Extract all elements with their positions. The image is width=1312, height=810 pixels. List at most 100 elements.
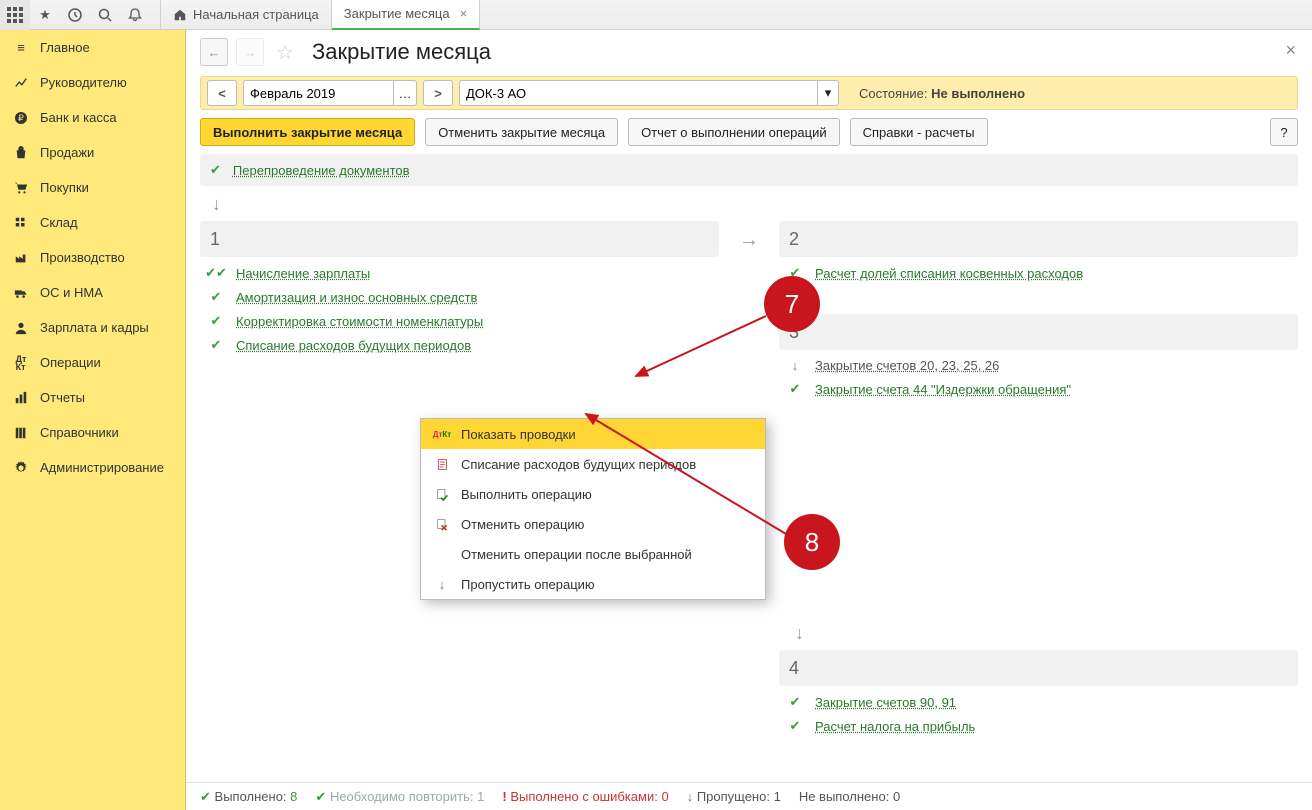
ctx-label: Отменить операции после выбранной — [461, 547, 692, 562]
sidebar-item[interactable]: Администрирование — [0, 450, 185, 485]
operation-link[interactable]: Закрытие счетов 20, 23, 25, 26 — [815, 358, 999, 373]
run-button[interactable]: Выполнить закрытие месяца — [200, 118, 415, 146]
sidebar-item[interactable]: ₽Банк и касса — [0, 100, 185, 135]
arrow-down-icon: ↓ — [212, 194, 1312, 215]
repost-link[interactable]: Перепроведение документов — [233, 163, 410, 178]
factory-icon — [12, 251, 30, 265]
ctx-show-entries[interactable]: ДтКтПоказать проводки — [421, 419, 765, 449]
next-period-button[interactable]: > — [423, 80, 453, 106]
sidebar-item[interactable]: Зарплата и кадры — [0, 310, 185, 345]
check-icon: ✔ — [208, 313, 224, 329]
sidebar-item[interactable]: ОС и НМА — [0, 275, 185, 310]
operation-row[interactable]: ✔Закрытие счета 44 "Издержки обращения" — [779, 373, 1298, 397]
sidebar-item[interactable]: Отчеты — [0, 380, 185, 415]
operation-row[interactable]: ✔✔ Начисление зарплаты — [200, 257, 719, 281]
status-value: 0 — [893, 789, 900, 804]
operation-row[interactable]: ✔ Корректировка стоимости номенклатуры — [200, 305, 719, 329]
help-button[interactable]: ? — [1270, 118, 1298, 146]
sidebar-item[interactable]: Производство — [0, 240, 185, 275]
operation-link[interactable]: Расчет налога на прибыль — [815, 719, 975, 734]
operation-row[interactable]: ↓ Закрытие счетов 20, 23, 25, 26 — [779, 350, 1298, 373]
prev-period-button[interactable]: < — [207, 80, 237, 106]
status-value: 8 — [290, 789, 297, 804]
bell-icon[interactable] — [120, 0, 150, 30]
section-3-header: 3 — [779, 314, 1298, 350]
close-page-button[interactable]: × — [1285, 40, 1296, 61]
check-icon: ✔ — [210, 162, 221, 178]
operation-row[interactable]: ✔Закрытие счетов 90, 91 — [779, 686, 1298, 710]
cancel-button[interactable]: Отменить закрытие месяца — [425, 118, 618, 146]
search-icon[interactable] — [90, 0, 120, 30]
menu-icon: ≡ — [12, 40, 30, 55]
close-icon[interactable]: × — [460, 6, 468, 21]
period-input[interactable]: … — [243, 80, 417, 106]
truck-icon — [12, 286, 30, 300]
ctx-cancel[interactable]: Отменить операцию — [421, 509, 765, 539]
apps-icon[interactable] — [0, 0, 30, 30]
ctx-label: Списание расходов будущих периодов — [461, 457, 696, 472]
sidebar-item[interactable]: Склад — [0, 205, 185, 240]
favorite-icon[interactable]: ☆ — [276, 40, 294, 65]
forward-button[interactable]: → — [236, 38, 264, 66]
titlebar: ★ Начальная страница Закрытие месяца × — [0, 0, 1312, 30]
operation-row[interactable]: ✔Амортизация и износ основных средств — [200, 281, 719, 305]
sidebar-item[interactable]: Покупки — [0, 170, 185, 205]
sidebar-item[interactable]: Продажи — [0, 135, 185, 170]
check-icon: ✔ — [787, 718, 803, 734]
sidebar-item[interactable]: Справочники — [0, 415, 185, 450]
tab-home-label: Начальная страница — [193, 7, 319, 22]
sidebar-item-label: Руководителю — [40, 75, 127, 90]
org-dropdown-button[interactable]: ▾ — [817, 80, 839, 106]
operation-link[interactable]: Начисление зарплаты — [236, 266, 370, 281]
report-label: Отчет о выполнении операций — [641, 125, 827, 140]
dtkt-icon: ДтКт — [433, 431, 451, 438]
operation-row[interactable]: ✔Расчет долей списания косвенных расходо… — [779, 257, 1298, 281]
org-input[interactable]: ▾ — [459, 80, 839, 106]
stage-repost: ✔ Перепроведение документов — [200, 154, 1298, 186]
sidebar-item[interactable]: Руководителю — [0, 65, 185, 100]
sidebar-item[interactable]: ДтКтОперации — [0, 345, 185, 380]
double-check-icon: ✔✔ — [208, 265, 224, 281]
operation-link[interactable]: Списание расходов будущих периодов — [236, 338, 471, 353]
page-title: Закрытие месяца — [312, 39, 491, 65]
operation-link[interactable]: Расчет долей списания косвенных расходов — [815, 266, 1083, 281]
org-field[interactable] — [459, 80, 817, 106]
back-button[interactable]: ← — [200, 38, 228, 66]
state-value: Не выполнено — [931, 86, 1025, 101]
state-label: Состояние: — [859, 86, 927, 101]
check-icon: ✔ — [208, 337, 224, 353]
run-icon — [433, 488, 451, 501]
sidebar-item-label: Администрирование — [40, 460, 164, 475]
tab-active[interactable]: Закрытие месяца × — [332, 0, 480, 30]
sidebar-item-label: Покупки — [40, 180, 89, 195]
operation-link[interactable]: Амортизация и износ основных средств — [236, 290, 477, 305]
ctx-skip[interactable]: ↓Пропустить операцию — [421, 569, 765, 599]
sidebar-item-label: Справочники — [40, 425, 119, 440]
callout-label: 8 — [805, 527, 819, 558]
operation-row[interactable]: ✔ Списание расходов будущих периодов — [200, 329, 719, 353]
skip-icon: ↓ — [787, 358, 803, 373]
dtkt-icon: ДтКт — [12, 355, 30, 371]
ctx-run[interactable]: Выполнить операцию — [421, 479, 765, 509]
ctx-label: Пропустить операцию — [461, 577, 595, 592]
operation-row[interactable]: ✔ Расчет налога на прибыль — [779, 710, 1298, 734]
ctx-cancel-after[interactable]: Отменить операции после выбранной — [421, 539, 765, 569]
period-field[interactable] — [243, 80, 393, 106]
coin-icon: ₽ — [12, 111, 30, 125]
report-button[interactable]: Отчет о выполнении операций — [628, 118, 840, 146]
period-picker-button[interactable]: … — [393, 80, 417, 106]
refs-button[interactable]: Справки - расчеты — [850, 118, 988, 146]
ctx-document[interactable]: Списание расходов будущих периодов — [421, 449, 765, 479]
star-icon[interactable]: ★ — [30, 0, 60, 30]
operation-link[interactable]: Закрытие счета 44 "Издержки обращения" — [815, 382, 1071, 397]
operation-link[interactable]: Закрытие счетов 90, 91 — [815, 695, 956, 710]
sidebar-item-label: Главное — [40, 40, 90, 55]
history-icon[interactable] — [60, 0, 90, 30]
column-2: 2 ✔Расчет долей списания косвенных расхо… — [779, 221, 1298, 810]
status-label: Не выполнено: — [799, 789, 889, 804]
sidebar-toggle[interactable]: ≡ Главное — [0, 30, 185, 65]
tab-home[interactable]: Начальная страница — [160, 0, 332, 30]
section-num: 4 — [789, 658, 799, 679]
operation-link[interactable]: Корректировка стоимости номенклатуры — [236, 314, 483, 329]
arrow-right-icon: → — [739, 229, 759, 252]
